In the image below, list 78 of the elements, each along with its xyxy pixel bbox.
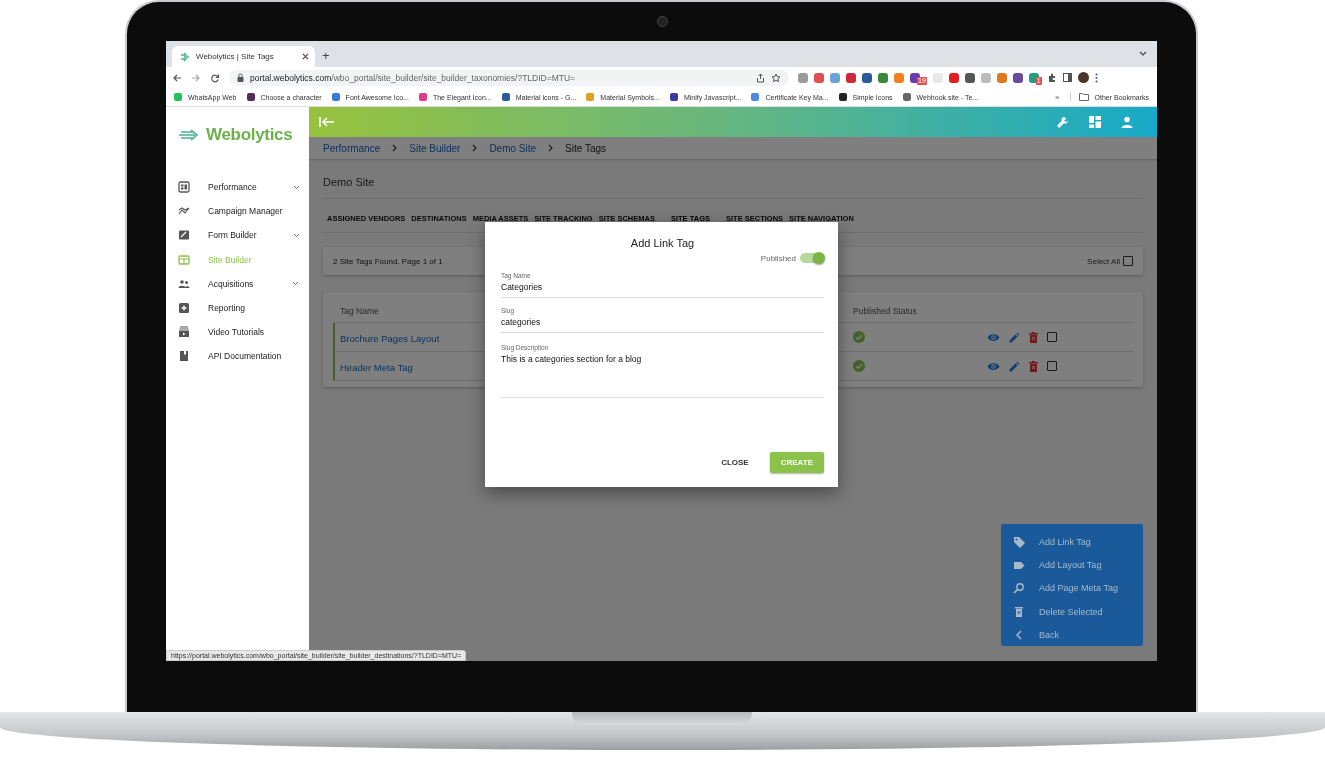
close-button[interactable]: CLOSE: [710, 452, 760, 473]
menu-item-icon: [178, 229, 190, 242]
menu-item-icon: [178, 181, 190, 194]
close-icon[interactable]: [302, 53, 309, 60]
extension-icon[interactable]: [814, 70, 824, 85]
menu-item-icon: [178, 277, 190, 290]
edit-icon[interactable]: [1009, 360, 1020, 372]
sidebar-item[interactable]: Reporting: [178, 295, 299, 321]
extension-icon[interactable]: [846, 70, 856, 85]
account-icon[interactable]: [1121, 116, 1133, 128]
menu-item-icon: [1013, 582, 1025, 595]
share-icon[interactable]: [756, 72, 765, 83]
camera-lens: [657, 16, 668, 27]
menu-item-icon: [1013, 535, 1025, 548]
avatar[interactable]: [1077, 72, 1089, 83]
chevron-right-icon: [392, 144, 398, 152]
back-icon[interactable]: [172, 72, 182, 83]
puzzle-icon[interactable]: [1047, 73, 1057, 82]
result-count: 2 Site Tags Found. Page 1 of 1: [333, 256, 443, 266]
wrench-icon[interactable]: [1056, 115, 1069, 129]
page-title: Demo Site: [323, 175, 376, 190]
extension-icon[interactable]: [948, 70, 959, 85]
menu-item-icon: [178, 302, 190, 315]
action-menu-item[interactable]: Add Link Tag: [1013, 530, 1143, 554]
extension-icon[interactable]: [862, 70, 872, 85]
star-icon[interactable]: [771, 72, 781, 83]
delete-icon[interactable]: [1029, 331, 1038, 343]
sidebar-item[interactable]: Form Builder: [178, 223, 299, 248]
select-all-checkbox[interactable]: [1123, 256, 1133, 266]
reload-icon[interactable]: [210, 72, 220, 83]
sidebar-item[interactable]: Acquisitions: [178, 271, 299, 296]
address-bar[interactable]: portal.webolytics.com/wbo_portal/site_builder/site_builder_taxonomies/?TLDID=MTU=: [229, 69, 789, 86]
tab-title: Webolytics | Site Tags: [196, 52, 275, 61]
sidebar-item[interactable]: Performance: [178, 175, 299, 200]
action-menu-item[interactable]: Add Layout Tag: [1013, 553, 1143, 577]
folder-icon: [1078, 93, 1089, 101]
dashboard-icon[interactable]: [1089, 116, 1101, 128]
url-text: portal.webolytics.com/wbo_portal/site_builder/site_builder_taxonomies/?TLDID=MTU=: [250, 72, 576, 83]
chevron-down-icon[interactable]: [1139, 51, 1147, 57]
extension-icon[interactable]: [878, 70, 888, 85]
select-all-label: Select All: [1087, 256, 1120, 266]
bookmarks-overflow-button[interactable]: »: [1055, 92, 1060, 102]
browser-tab[interactable]: Webolytics | Site Tags: [172, 46, 315, 67]
chevron-right-icon: [472, 144, 478, 152]
row-checkbox[interactable]: [1047, 332, 1057, 342]
favicon-icon: [180, 51, 190, 62]
action-menu-item[interactable]: Delete Selected: [1013, 600, 1143, 624]
chevron-right-icon: [548, 144, 554, 152]
more-icon[interactable]: [1094, 72, 1098, 83]
action-menu-item[interactable]: Add Page Meta Tag: [1013, 576, 1143, 601]
lock-icon: [237, 73, 244, 82]
menu-item-icon: [178, 326, 190, 339]
breadcrumb-current: Site Tags: [565, 142, 607, 154]
extension-icon[interactable]: [964, 70, 975, 85]
menu-item-icon: [1013, 629, 1025, 642]
forward-icon[interactable]: [191, 72, 201, 83]
delete-icon[interactable]: [1029, 360, 1038, 372]
edit-icon[interactable]: [1009, 331, 1020, 343]
menu-item-icon: [178, 253, 190, 266]
toggle-label: Published: [760, 253, 796, 263]
column-header: Tag Name: [340, 306, 379, 316]
dialog-title: Add Link Tag: [629, 236, 696, 249]
menu-item-icon: [1013, 605, 1025, 618]
sidebar-item[interactable]: API Documentation: [178, 344, 299, 369]
extension-icon[interactable]: [1012, 70, 1023, 85]
menu-item-icon: [1013, 559, 1025, 572]
sidebar-item[interactable]: Campaign Manager: [178, 199, 299, 224]
column-header: Published Status: [853, 306, 918, 316]
logo-text: Webolytics: [206, 125, 293, 145]
action-menu-item[interactable]: Back: [1013, 623, 1143, 647]
published-switch[interactable]: [800, 253, 824, 263]
menu-item-icon: [178, 350, 190, 363]
sidebar-item[interactable]: Video Tutorials: [178, 320, 299, 345]
side-panel-icon[interactable]: [1062, 73, 1072, 82]
view-icon[interactable]: [987, 361, 1000, 371]
new-tab-button[interactable]: +: [322, 48, 330, 63]
row-checkbox[interactable]: [1047, 361, 1057, 371]
view-icon[interactable]: [987, 332, 1000, 342]
